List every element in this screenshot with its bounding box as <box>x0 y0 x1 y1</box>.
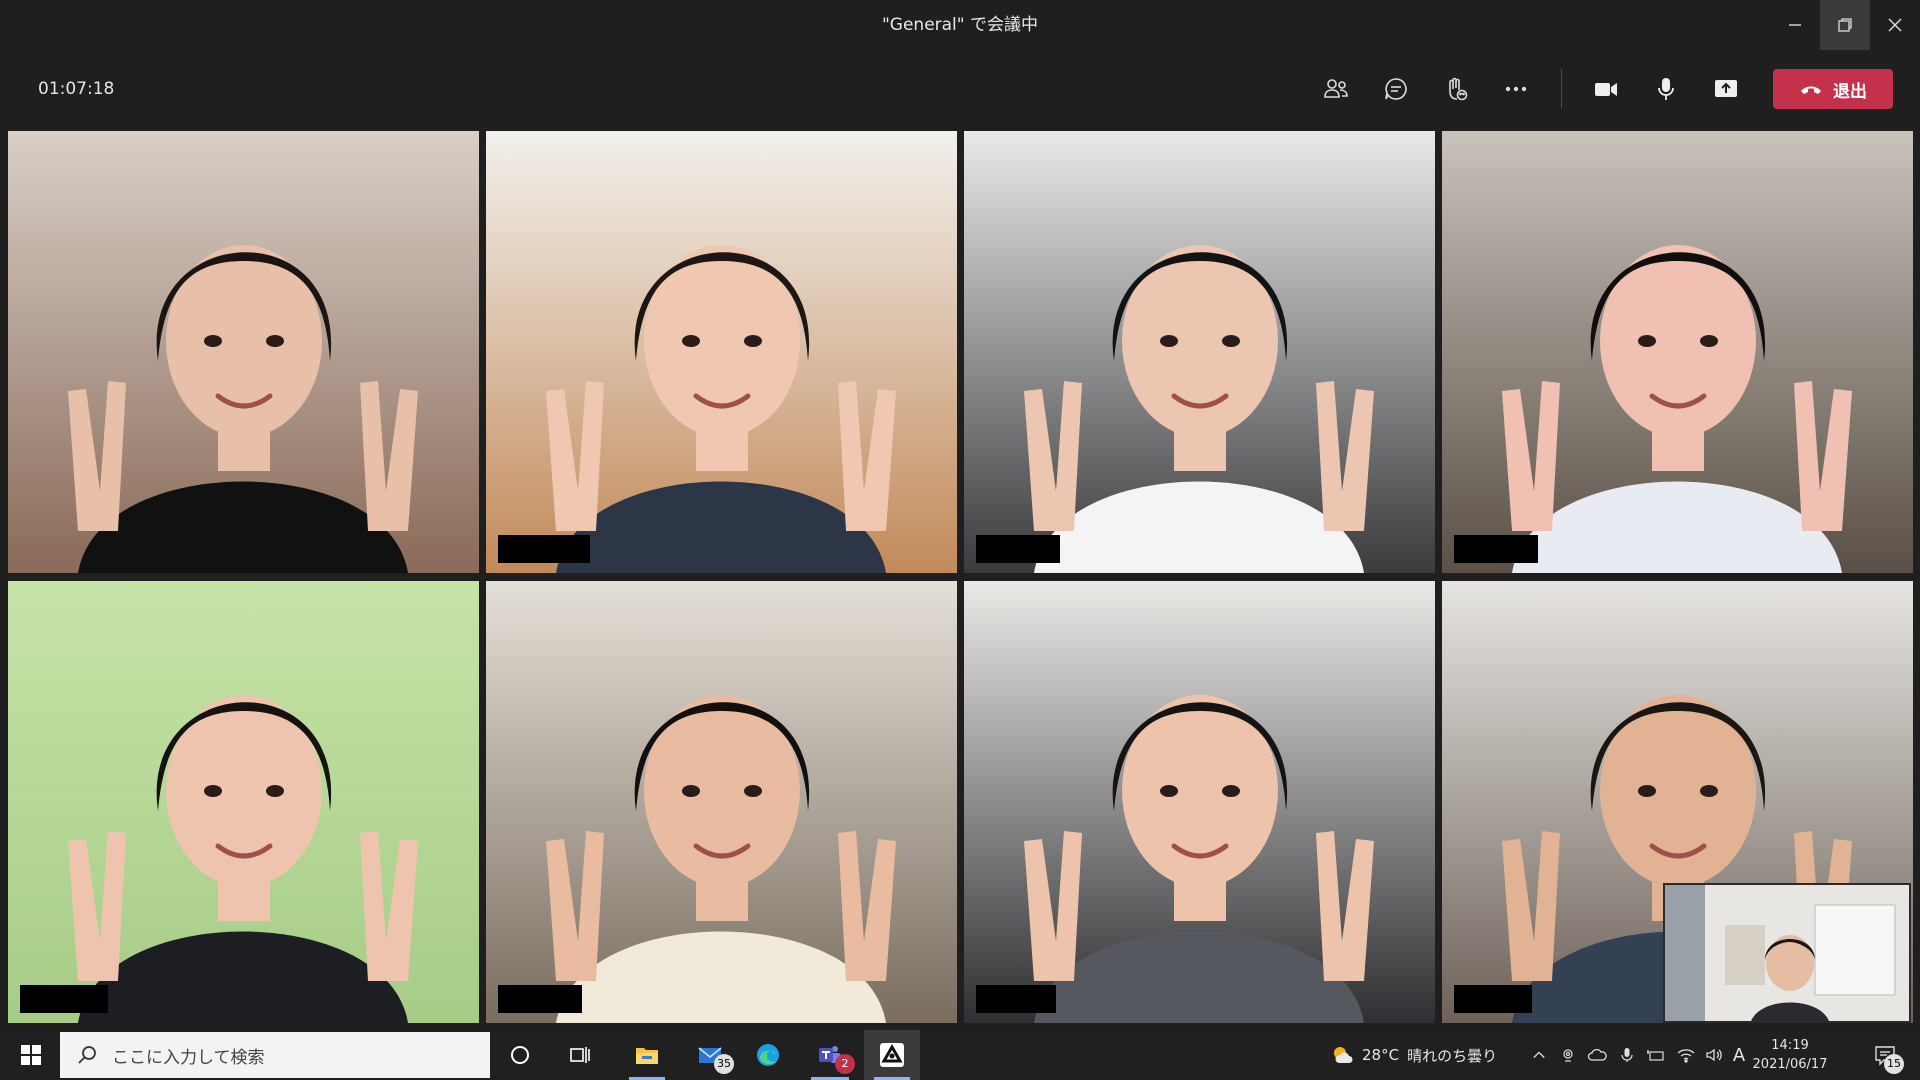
chat-button[interactable] <box>1370 63 1422 115</box>
tray-camera-button[interactable] <box>1555 1030 1581 1080</box>
chevron-up-icon <box>1533 1051 1545 1059</box>
active-app-button[interactable] <box>864 1030 920 1080</box>
participant-video-tile[interactable] <box>8 581 479 1023</box>
cortana-circle-icon <box>511 1046 529 1064</box>
ime-mode-label: A <box>1732 1044 1746 1066</box>
show-hidden-icons-button[interactable] <box>1525 1030 1553 1080</box>
weather-description: 晴れのち曇り <box>1407 1046 1498 1065</box>
self-view-video[interactable] <box>1663 883 1911 1023</box>
redacted-name-label <box>498 535 590 563</box>
teams-notification-badge: 2 <box>835 1054 855 1074</box>
redacted-name-label <box>20 985 108 1013</box>
search-placeholder: ここに入力して検索 <box>112 1047 265 1068</box>
close-button[interactable] <box>1870 0 1920 50</box>
participant-video-feed <box>486 581 957 1023</box>
file-explorer-button[interactable] <box>619 1030 675 1080</box>
camera-tray-icon <box>1563 1049 1573 1062</box>
hang-up-icon <box>1801 86 1821 94</box>
edge-icon <box>757 1044 779 1066</box>
meeting-toolbar: 01:07:18 退出 <box>0 50 1920 128</box>
restore-button[interactable] <box>1820 0 1870 50</box>
redacted-name-label <box>498 985 582 1013</box>
folder-icon <box>636 1048 658 1064</box>
app-logo-icon <box>880 1043 904 1067</box>
windows-logo-icon <box>21 1045 41 1065</box>
cloud-icon <box>1587 1048 1607 1061</box>
close-icon <box>1888 18 1902 32</box>
microphone-icon <box>1658 78 1674 100</box>
onedrive-button[interactable] <box>1583 1030 1611 1080</box>
task-view-button[interactable] <box>556 1030 604 1080</box>
battery-plug-icon <box>1647 1050 1664 1061</box>
people-icon <box>1324 79 1348 98</box>
raise-hand-icon <box>1449 77 1468 101</box>
self-view-image <box>1665 885 1909 1021</box>
microphone-in-use-button[interactable] <box>1614 1030 1640 1080</box>
participant-video-feed <box>8 131 479 573</box>
microphone-tray-icon <box>1621 1048 1633 1062</box>
participant-video-tile[interactable] <box>964 581 1435 1023</box>
participant-video-feed <box>486 131 957 573</box>
leave-meeting-button[interactable]: 退出 <box>1773 69 1893 109</box>
redacted-name-label <box>976 535 1060 563</box>
minimize-icon <box>1789 24 1801 26</box>
leave-label: 退出 <box>1833 81 1867 102</box>
edge-browser-button[interactable] <box>740 1030 796 1080</box>
participants-button[interactable] <box>1310 63 1362 115</box>
camera-icon <box>1595 83 1617 96</box>
speaker-icon <box>1706 1048 1722 1062</box>
clock-date: 2021/06/17 <box>1752 1057 1828 1072</box>
camera-button[interactable] <box>1580 63 1632 115</box>
participant-video-tile[interactable] <box>486 131 957 573</box>
share-screen-icon <box>1715 80 1737 97</box>
participant-video-tile[interactable] <box>964 131 1435 573</box>
more-actions-button[interactable] <box>1490 63 1542 115</box>
participant-video-tile[interactable] <box>8 131 479 573</box>
toolbar-divider <box>1561 69 1562 109</box>
task-view-icon <box>570 1047 590 1063</box>
search-icon <box>78 1046 96 1064</box>
battery-button[interactable] <box>1642 1030 1670 1080</box>
system-clock[interactable]: 14:19 2021/06/17 <box>1745 1030 1835 1080</box>
mail-button[interactable]: 35 <box>682 1030 738 1080</box>
share-screen-button[interactable] <box>1700 63 1752 115</box>
participant-video-tile[interactable] <box>486 581 957 1023</box>
taskbar-search-box[interactable]: ここに入力して検索 <box>60 1032 490 1078</box>
redacted-name-label <box>1454 985 1532 1013</box>
microphone-button[interactable] <box>1640 63 1692 115</box>
partly-cloudy-icon <box>1334 1047 1353 1063</box>
wifi-icon <box>1677 1049 1695 1063</box>
participant-video-feed <box>964 131 1435 573</box>
weather-widget[interactable]: 28°C 晴れのち曇り <box>1330 1030 1520 1080</box>
reactions-button[interactable] <box>1430 63 1482 115</box>
clock-time: 14:19 <box>1771 1038 1809 1053</box>
redacted-name-label <box>976 985 1056 1013</box>
mail-unread-badge: 35 <box>714 1054 734 1074</box>
participant-video-feed <box>964 581 1435 1023</box>
participant-video-feed <box>1442 131 1913 573</box>
teams-button[interactable]: 2 <box>801 1030 859 1080</box>
more-icon <box>1505 86 1527 92</box>
chat-icon <box>1385 78 1407 100</box>
network-button[interactable] <box>1672 1030 1700 1080</box>
participant-video-tile-active-speaker[interactable] <box>1442 131 1913 573</box>
window-titlebar: "General" で会議中 <box>0 0 1920 50</box>
video-grid <box>8 131 1913 1023</box>
meeting-timer: 01:07:18 <box>38 79 115 99</box>
windows-taskbar: ここに入力して検索 35 2 28°C 晴れのち曇り A 14:19 2021/… <box>0 1030 1920 1080</box>
restore-icon <box>1838 18 1852 32</box>
notification-count-badge: 15 <box>1884 1054 1904 1074</box>
start-button[interactable] <box>8 1030 54 1080</box>
volume-button[interactable] <box>1702 1030 1728 1080</box>
weather-temperature: 28°C <box>1362 1046 1400 1064</box>
action-center-button[interactable]: 15 <box>1860 1030 1910 1080</box>
participant-video-feed <box>8 581 479 1023</box>
cortana-button[interactable] <box>496 1030 544 1080</box>
meeting-title: "General" で会議中 <box>881 15 1039 35</box>
minimize-button[interactable] <box>1770 0 1820 50</box>
redacted-name-label <box>1454 535 1538 563</box>
